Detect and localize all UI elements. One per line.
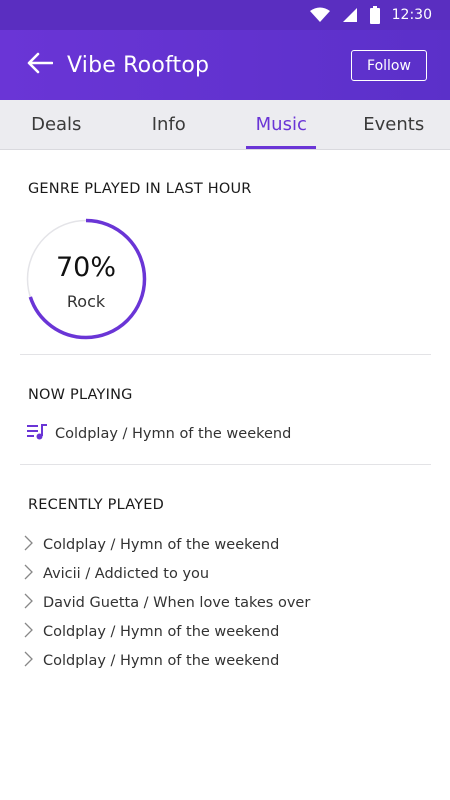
queue-music-icon	[27, 424, 47, 444]
list-item-label: Coldplay / Hymn of the weekend	[43, 537, 280, 554]
battery-icon	[369, 6, 380, 24]
recently-played-title: RECENTLY PLAYED	[28, 497, 164, 513]
now-playing-label: Coldplay / Hymn of the weekend	[55, 426, 292, 442]
signal-icon	[342, 7, 358, 23]
tab-deals[interactable]: Deals	[0, 100, 113, 149]
now-playing-track[interactable]: Coldplay / Hymn of the weekend	[27, 424, 291, 444]
page-title: Vibe Rooftop	[67, 52, 210, 78]
recently-played-list: Coldplay / Hymn of the weekend Avicii / …	[24, 531, 310, 675]
genre-section-title: GENRE PLAYED IN LAST HOUR	[28, 181, 252, 197]
arrow-left-icon	[27, 52, 54, 78]
app-bar: Vibe Rooftop Follow	[0, 30, 450, 100]
chevron-right-icon	[24, 622, 43, 642]
follow-button[interactable]: Follow	[351, 50, 427, 81]
tab-info[interactable]: Info	[113, 100, 226, 149]
genre-percent: 70%	[55, 252, 116, 283]
chevron-right-icon	[24, 651, 43, 671]
list-item[interactable]: Coldplay / Hymn of the weekend	[24, 617, 310, 646]
chevron-right-icon	[24, 593, 43, 613]
genre-name: Rock	[66, 292, 106, 311]
list-item-label: Coldplay / Hymn of the weekend	[43, 652, 280, 669]
list-item-label: David Guetta / When love takes over	[43, 594, 311, 611]
tab-music[interactable]: Music	[225, 100, 338, 149]
divider	[20, 464, 431, 465]
status-time: 12:30	[391, 7, 432, 23]
chevron-right-icon	[24, 535, 43, 555]
tab-events[interactable]: Events	[338, 100, 450, 149]
back-button[interactable]	[25, 50, 55, 80]
now-playing-title: NOW PLAYING	[28, 387, 133, 403]
chevron-right-icon	[24, 564, 43, 584]
list-item-label: Avicii / Addicted to you	[43, 566, 210, 583]
tab-bar: Deals Info Music Events	[0, 100, 450, 150]
list-item[interactable]: Coldplay / Hymn of the weekend	[24, 646, 310, 675]
list-item[interactable]: Coldplay / Hymn of the weekend	[24, 531, 310, 560]
list-item-label: Coldplay / Hymn of the weekend	[43, 623, 280, 640]
list-item[interactable]: David Guetta / When love takes over	[24, 589, 310, 618]
wifi-icon	[309, 7, 330, 23]
list-item[interactable]: Avicii / Addicted to you	[24, 560, 310, 589]
divider	[20, 354, 431, 355]
status-bar: 12:30	[0, 0, 450, 30]
